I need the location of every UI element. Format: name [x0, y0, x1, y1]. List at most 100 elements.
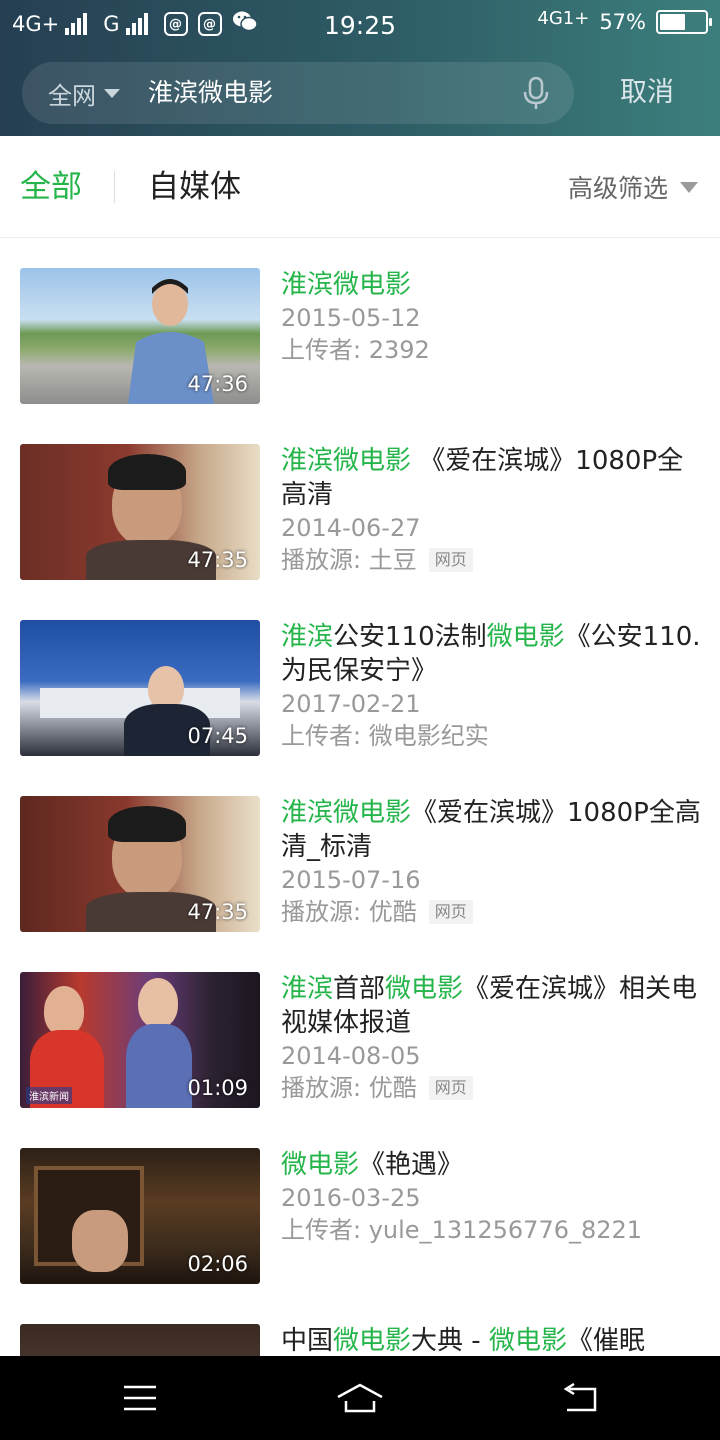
title-highlight: 微电影 — [488, 1326, 567, 1356]
title-text: 首部 — [333, 974, 386, 1004]
result-tabs: 全部 自媒体 高级筛选 — [0, 136, 720, 238]
search-scope-label: 全网 — [48, 81, 96, 110]
video-result-item[interactable]: 47:35 淮滨微电影《爱在滨城》1080P全高清_标清 2015-07-16 … — [0, 766, 720, 942]
video-source: 播放源: 优酷 — [281, 898, 417, 926]
battery-percent: 57% — [599, 10, 646, 34]
title-text: 大典 - — [411, 1326, 489, 1356]
title-highlight: 淮滨 — [281, 974, 334, 1004]
status-right: 4G1+ 57% — [537, 7, 712, 34]
video-title[interactable]: 淮滨微电影《爱在滨城》1080P全高清_标清 — [281, 796, 705, 864]
title-highlight: 淮滨 — [281, 622, 334, 652]
video-info: 淮滨微电影《爱在滨城》1080P全高清_标清 2015-07-16 播放源: 优… — [281, 796, 705, 928]
thumbnail-dress — [126, 1024, 192, 1108]
video-date: 2015-05-12 — [281, 304, 421, 332]
video-thumbnail[interactable]: 淮滨新闻 01:09 — [20, 972, 260, 1108]
video-date: 2014-06-27 — [281, 514, 421, 542]
video-thumbnail[interactable]: 07:45 — [20, 620, 260, 756]
video-result-item[interactable]: 中国微电影大典 - 微电影《催眠 — [0, 1294, 720, 1356]
tab-divider — [114, 171, 115, 203]
title-text: 中国 — [281, 1326, 334, 1356]
title-highlight: 微电影 — [333, 1326, 412, 1356]
video-date: 2014-08-05 — [281, 1042, 421, 1070]
video-duration: 01:09 — [187, 1076, 248, 1100]
video-thumbnail[interactable]: 02:06 — [20, 1148, 260, 1284]
menu-icon — [124, 1385, 156, 1411]
source-badge: 网页 — [428, 548, 473, 572]
video-title[interactable]: 中国微电影大典 - 微电影《催眠 — [281, 1324, 705, 1356]
video-duration: 47:35 — [187, 900, 248, 924]
source-badge: 网页 — [428, 900, 473, 924]
video-info: 淮滨微电影 2015-05-12 上传者: 2392 — [281, 268, 705, 366]
video-date: 2016-03-25 — [281, 1184, 421, 1212]
video-info: 淮滨公安110法制微电影《公安110.为民保安宁》 2017-02-21 上传者… — [281, 620, 705, 752]
status-bar: 4G+ G @ @ 19:25 4G1+ 57% — [0, 0, 720, 52]
video-info: 中国微电影大典 - 微电影《催眠 — [281, 1324, 705, 1356]
video-uploader: 上传者: 微电影纪实 — [281, 722, 489, 750]
search-box[interactable]: 全网 淮滨微电影 — [22, 62, 574, 124]
title-text: 《艳遇》 — [359, 1150, 464, 1180]
video-meta: 上传者: 微电影纪实 — [281, 720, 705, 752]
video-result-item[interactable]: 02:06 微电影《艳遇》 2016-03-25 上传者: yule_13125… — [0, 1118, 720, 1294]
caret-down-icon — [680, 181, 698, 193]
video-uploader: 上传者: yule_131256776_8221 — [281, 1216, 643, 1244]
video-duration: 47:35 — [187, 548, 248, 572]
home-button[interactable] — [300, 1356, 420, 1440]
video-thumbnail[interactable] — [20, 1324, 260, 1356]
title-highlight: 淮滨微电影 — [281, 446, 412, 476]
video-thumbnail[interactable]: 47:35 — [20, 444, 260, 580]
video-title[interactable]: 淮滨首部微电影《爱在滨城》相关电视媒体报道 — [281, 972, 705, 1040]
video-date: 2017-02-21 — [281, 690, 421, 718]
tab-self-media[interactable]: 自媒体 — [148, 136, 241, 238]
video-result-item[interactable]: 淮滨新闻 01:09 淮滨首部微电影《爱在滨城》相关电视媒体报道 2014-08… — [0, 942, 720, 1118]
battery-icon — [656, 10, 712, 34]
video-source: 播放源: 土豆 — [281, 546, 417, 574]
video-date: 2015-07-16 — [281, 866, 421, 894]
video-thumbnail[interactable]: 47:36 — [20, 268, 260, 404]
back-icon — [563, 1383, 597, 1412]
video-duration: 02:06 — [187, 1252, 248, 1276]
system-nav-bar — [0, 1356, 720, 1440]
search-scope-dropdown[interactable]: 全网 — [48, 62, 120, 124]
video-result-item[interactable]: 47:35 淮滨微电影 《爱在滨城》1080P全高清 2014-06-27 播放… — [0, 414, 720, 590]
search-input[interactable]: 淮滨微电影 — [148, 62, 273, 124]
video-duration: 07:45 — [187, 724, 248, 748]
results-list: 47:36 淮滨微电影 2015-05-12 上传者: 2392 47:35 淮… — [0, 238, 720, 1356]
title-highlight: 淮滨微电影 — [281, 798, 412, 828]
thumbnail-hair — [108, 806, 186, 842]
video-thumbnail[interactable]: 47:35 — [20, 796, 260, 932]
top-header: 4G+ G @ @ 19:25 4G1+ 57% 全网 淮滨微电影 取消 — [0, 0, 720, 136]
source-badge: 网页 — [428, 1076, 473, 1100]
thumbnail-figure — [138, 978, 178, 1028]
video-result-item[interactable]: 07:45 淮滨公安110法制微电影《公安110.为民保安宁》 2017-02-… — [0, 590, 720, 766]
advanced-filter-button[interactable]: 高级筛选 — [568, 136, 698, 238]
video-source: 播放源: 优酷 — [281, 1074, 417, 1102]
video-meta: 上传者: yule_131256776_8221 — [281, 1214, 705, 1246]
video-meta: 播放源: 优酷 网页 — [281, 896, 705, 928]
title-highlight: 淮滨微电影 — [281, 270, 412, 300]
thumbnail-figure — [44, 986, 84, 1036]
tab-all[interactable]: 全部 — [20, 136, 82, 238]
title-highlight: 微电影 — [385, 974, 464, 1004]
thumbnail-figure — [72, 1210, 128, 1272]
video-uploader: 上传者: 2392 — [281, 336, 430, 364]
title-text: 《催眠 — [566, 1326, 645, 1356]
video-title[interactable]: 微电影《艳遇》 — [281, 1148, 705, 1182]
video-meta: 播放源: 土豆 网页 — [281, 544, 705, 576]
home-icon — [337, 1383, 383, 1413]
video-title[interactable]: 淮滨微电影 《爱在滨城》1080P全高清 — [281, 444, 705, 512]
cancel-button[interactable]: 取消 — [620, 62, 674, 124]
video-result-item[interactable]: 47:36 淮滨微电影 2015-05-12 上传者: 2392 — [0, 238, 720, 414]
title-highlight: 微电影 — [486, 622, 565, 652]
microphone-icon[interactable] — [522, 77, 550, 111]
video-title[interactable]: 淮滨公安110法制微电影《公安110.为民保安宁》 — [281, 620, 705, 688]
thumbnail-channel-tag: 淮滨新闻 — [26, 1087, 72, 1104]
video-meta: 播放源: 优酷 网页 — [281, 1072, 705, 1104]
back-button[interactable] — [520, 1356, 640, 1440]
video-info: 淮滨首部微电影《爱在滨城》相关电视媒体报道 2014-08-05 播放源: 优酷… — [281, 972, 705, 1104]
video-info: 淮滨微电影 《爱在滨城》1080P全高清 2014-06-27 播放源: 土豆网… — [281, 444, 705, 576]
network-type-right: 4G1+ — [537, 7, 590, 29]
video-title[interactable]: 淮滨微电影 — [281, 268, 705, 302]
menu-button[interactable] — [80, 1356, 200, 1440]
video-info: 微电影《艳遇》 2016-03-25 上传者: yule_131256776_8… — [281, 1148, 705, 1246]
title-text: 公安110法制 — [333, 622, 487, 652]
